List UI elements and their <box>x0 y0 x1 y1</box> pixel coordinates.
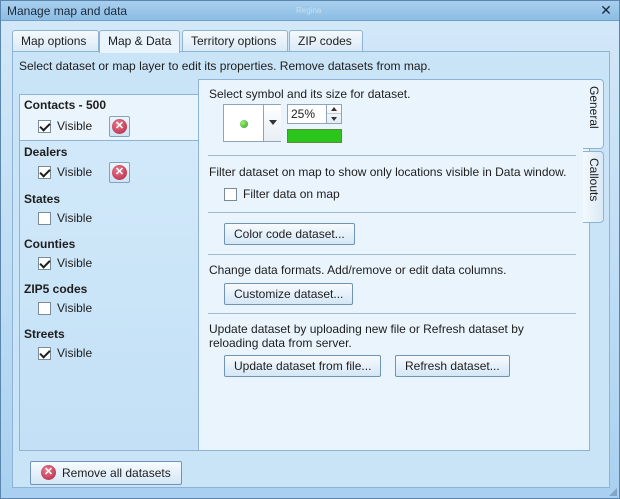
tab-map-options[interactable]: Map options <box>12 30 99 52</box>
visible-checkbox[interactable] <box>38 346 51 360</box>
visible-label: Visible <box>57 346 93 360</box>
divider <box>208 155 576 156</box>
remove-circle-icon: ✕ <box>41 465 56 480</box>
remove-dataset-button[interactable]: ✕ <box>109 162 130 183</box>
update-description-line1: Update dataset by uploading new file or … <box>209 322 524 336</box>
close-icon[interactable]: ✕ <box>599 3 613 17</box>
visible-label: Visible <box>57 211 93 225</box>
dataset-item-dealers[interactable]: Dealers Visible ✕ <box>20 141 198 186</box>
green-dot-icon <box>240 120 248 128</box>
chevron-down-icon[interactable] <box>263 105 281 141</box>
symbol-color-swatch[interactable] <box>287 129 342 143</box>
update-from-file-button[interactable]: Update dataset from file... <box>224 355 382 377</box>
divider <box>208 254 576 255</box>
visible-toggle[interactable]: Visible <box>38 346 92 360</box>
remove-circle-icon: ✕ <box>112 165 127 180</box>
visible-toggle[interactable]: Visible <box>38 119 92 133</box>
divider <box>208 212 576 213</box>
filter-toggle[interactable]: Filter data on map <box>224 187 340 201</box>
visible-label: Visible <box>57 119 93 133</box>
remove-dataset-button[interactable]: ✕ <box>109 116 130 137</box>
spin-down-icon[interactable] <box>327 114 341 123</box>
background-map-label: Regina <box>296 6 322 15</box>
tab-general-label: General <box>587 86 601 129</box>
visible-toggle[interactable]: Visible <box>38 165 92 179</box>
filter-description: Filter dataset on map to show only locat… <box>209 165 567 179</box>
customize-dataset-button[interactable]: Customize dataset... <box>224 283 354 305</box>
dataset-name: States <box>24 192 61 206</box>
color-code-button[interactable]: Color code dataset... <box>224 223 355 245</box>
visible-checkbox[interactable] <box>38 165 51 179</box>
dataset-name: Dealers <box>24 145 68 159</box>
visible-label: Visible <box>57 301 93 315</box>
instruction-text: Select dataset or map layer to edit its … <box>19 59 431 73</box>
formats-description: Change data formats. Add/remove or edit … <box>209 263 507 277</box>
symbol-label: Select symbol and its size for dataset. <box>209 87 411 101</box>
dataset-item-zip5[interactable]: ZIP5 codes Visible <box>20 279 198 324</box>
tab-map-and-data[interactable]: Map & Data <box>99 30 180 53</box>
visible-toggle[interactable]: Visible <box>38 301 92 315</box>
dataset-list: Contacts - 500 Visible ✕ Dealers Visible… <box>19 94 200 451</box>
symbol-size-input[interactable]: 25% <box>287 104 327 124</box>
dataset-name: Streets <box>24 327 65 341</box>
manage-map-dialog: Manage map and data Regina ✕ Map options… <box>0 0 620 499</box>
dataset-name: Contacts - 500 <box>24 98 107 112</box>
tab-callouts-label: Callouts <box>587 158 601 202</box>
visible-label: Visible <box>57 256 93 270</box>
dataset-properties-panel: Select symbol and its size for dataset. … <box>198 79 590 451</box>
dataset-name: ZIP5 codes <box>24 282 88 296</box>
tab-callouts[interactable]: Callouts <box>583 151 604 223</box>
visible-checkbox[interactable] <box>38 301 51 315</box>
visible-checkbox[interactable] <box>38 211 51 225</box>
size-spinner[interactable] <box>326 104 342 124</box>
tab-territory-options[interactable]: Territory options <box>182 30 288 52</box>
visible-checkbox[interactable] <box>38 119 51 133</box>
tab-content-panel: Select dataset or map layer to edit its … <box>12 51 610 488</box>
dataset-item-contacts[interactable]: Contacts - 500 Visible ✕ <box>20 94 200 141</box>
visible-toggle[interactable]: Visible <box>38 256 92 270</box>
resize-grip[interactable] <box>607 486 617 496</box>
dataset-item-states[interactable]: States Visible <box>20 189 198 234</box>
remove-all-datasets-button[interactable]: ✕ Remove all datasets <box>30 461 182 485</box>
update-description-line2: reloading data from server. <box>209 336 352 350</box>
spin-up-icon[interactable] <box>327 105 341 114</box>
filter-checkbox[interactable] <box>224 187 237 201</box>
dataset-item-counties[interactable]: Counties Visible <box>20 234 198 279</box>
symbol-picker[interactable] <box>223 104 281 142</box>
filter-checkbox-label: Filter data on map <box>243 187 340 201</box>
visible-label: Visible <box>57 165 93 179</box>
remove-all-label: Remove all datasets <box>62 466 171 480</box>
tab-zip-codes[interactable]: ZIP codes <box>289 30 363 52</box>
refresh-dataset-button[interactable]: Refresh dataset... <box>395 355 510 377</box>
visible-toggle[interactable]: Visible <box>38 211 92 225</box>
dialog-title: Manage map and data <box>7 4 128 18</box>
tab-general[interactable]: General <box>583 79 604 149</box>
dataset-name: Counties <box>24 237 76 251</box>
remove-circle-icon: ✕ <box>112 119 127 134</box>
dataset-item-streets[interactable]: Streets Visible <box>20 324 198 369</box>
visible-checkbox[interactable] <box>38 256 51 270</box>
title-bar[interactable]: Manage map and data Regina ✕ <box>1 1 619 21</box>
divider <box>208 313 576 314</box>
